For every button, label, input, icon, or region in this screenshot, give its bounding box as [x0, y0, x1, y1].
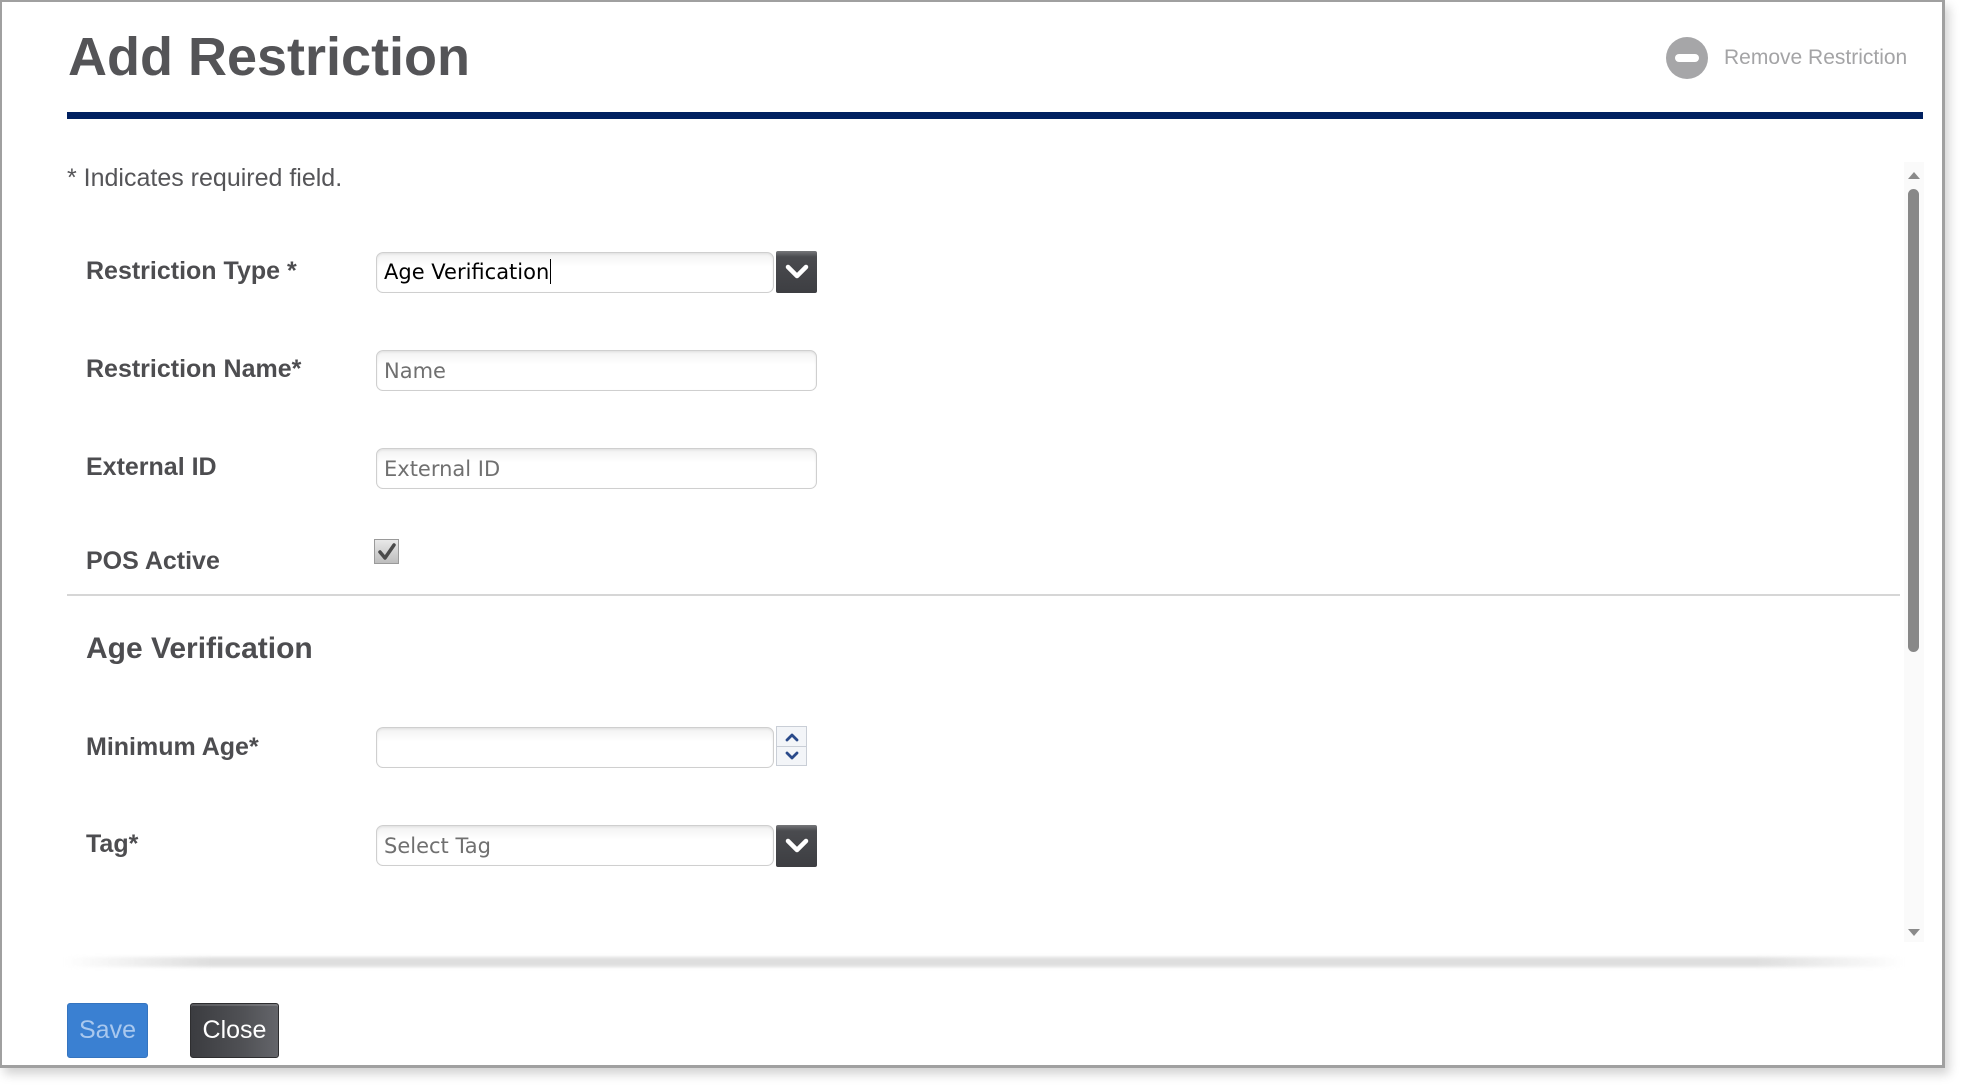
- restriction-type-select[interactable]: Age Verification: [376, 252, 774, 293]
- decrement-button[interactable]: [777, 746, 806, 765]
- restriction-type-dropdown-button[interactable]: [776, 251, 817, 293]
- text-cursor: [550, 259, 552, 284]
- save-button[interactable]: Save: [67, 1003, 148, 1058]
- chevron-down-icon: [785, 838, 808, 853]
- restriction-name-input[interactable]: [376, 350, 817, 391]
- minimum-age-input[interactable]: [376, 727, 774, 768]
- remove-restriction-button[interactable]: Remove Restriction: [1666, 36, 1907, 80]
- close-button[interactable]: Close: [190, 1003, 279, 1058]
- minus-circle-icon: [1666, 37, 1708, 79]
- dialog-title: Add Restriction: [68, 27, 471, 87]
- restriction-type-value: Age Verification: [384, 260, 550, 284]
- minimum-age-label: Minimum Age*: [86, 733, 259, 761]
- vertical-scrollbar[interactable]: [1904, 162, 1924, 942]
- minimum-age-spinner: [776, 726, 807, 766]
- add-restriction-dialog: Add Restriction Remove Restriction * Ind…: [0, 0, 1945, 1068]
- external-id-label: External ID: [86, 453, 217, 481]
- section-divider: [67, 594, 1900, 596]
- footer-separator: [64, 957, 1904, 967]
- external-id-input[interactable]: [376, 448, 817, 489]
- scroll-down-arrow-icon[interactable]: [1908, 929, 1920, 936]
- pos-active-label: POS Active: [86, 547, 220, 575]
- restriction-name-label: Restriction Name*: [86, 355, 302, 383]
- tag-label: Tag*: [86, 830, 139, 858]
- chevron-up-icon: [785, 733, 798, 741]
- chevron-down-icon: [785, 264, 808, 279]
- scroll-up-arrow-icon[interactable]: [1908, 172, 1920, 179]
- pos-active-checkbox[interactable]: [374, 539, 399, 564]
- checkmark-icon: [377, 542, 396, 560]
- age-verification-section-title: Age Verification: [86, 632, 313, 665]
- restriction-type-label: Restriction Type *: [86, 257, 297, 285]
- tag-dropdown-button[interactable]: [776, 825, 817, 867]
- tag-select[interactable]: [376, 825, 774, 866]
- title-underline: [67, 112, 1923, 119]
- remove-restriction-label: Remove Restriction: [1724, 46, 1908, 69]
- scrollbar-thumb[interactable]: [1908, 189, 1919, 652]
- chevron-down-icon: [785, 751, 798, 759]
- required-field-note: * Indicates required field.: [67, 164, 343, 192]
- increment-button[interactable]: [777, 727, 806, 747]
